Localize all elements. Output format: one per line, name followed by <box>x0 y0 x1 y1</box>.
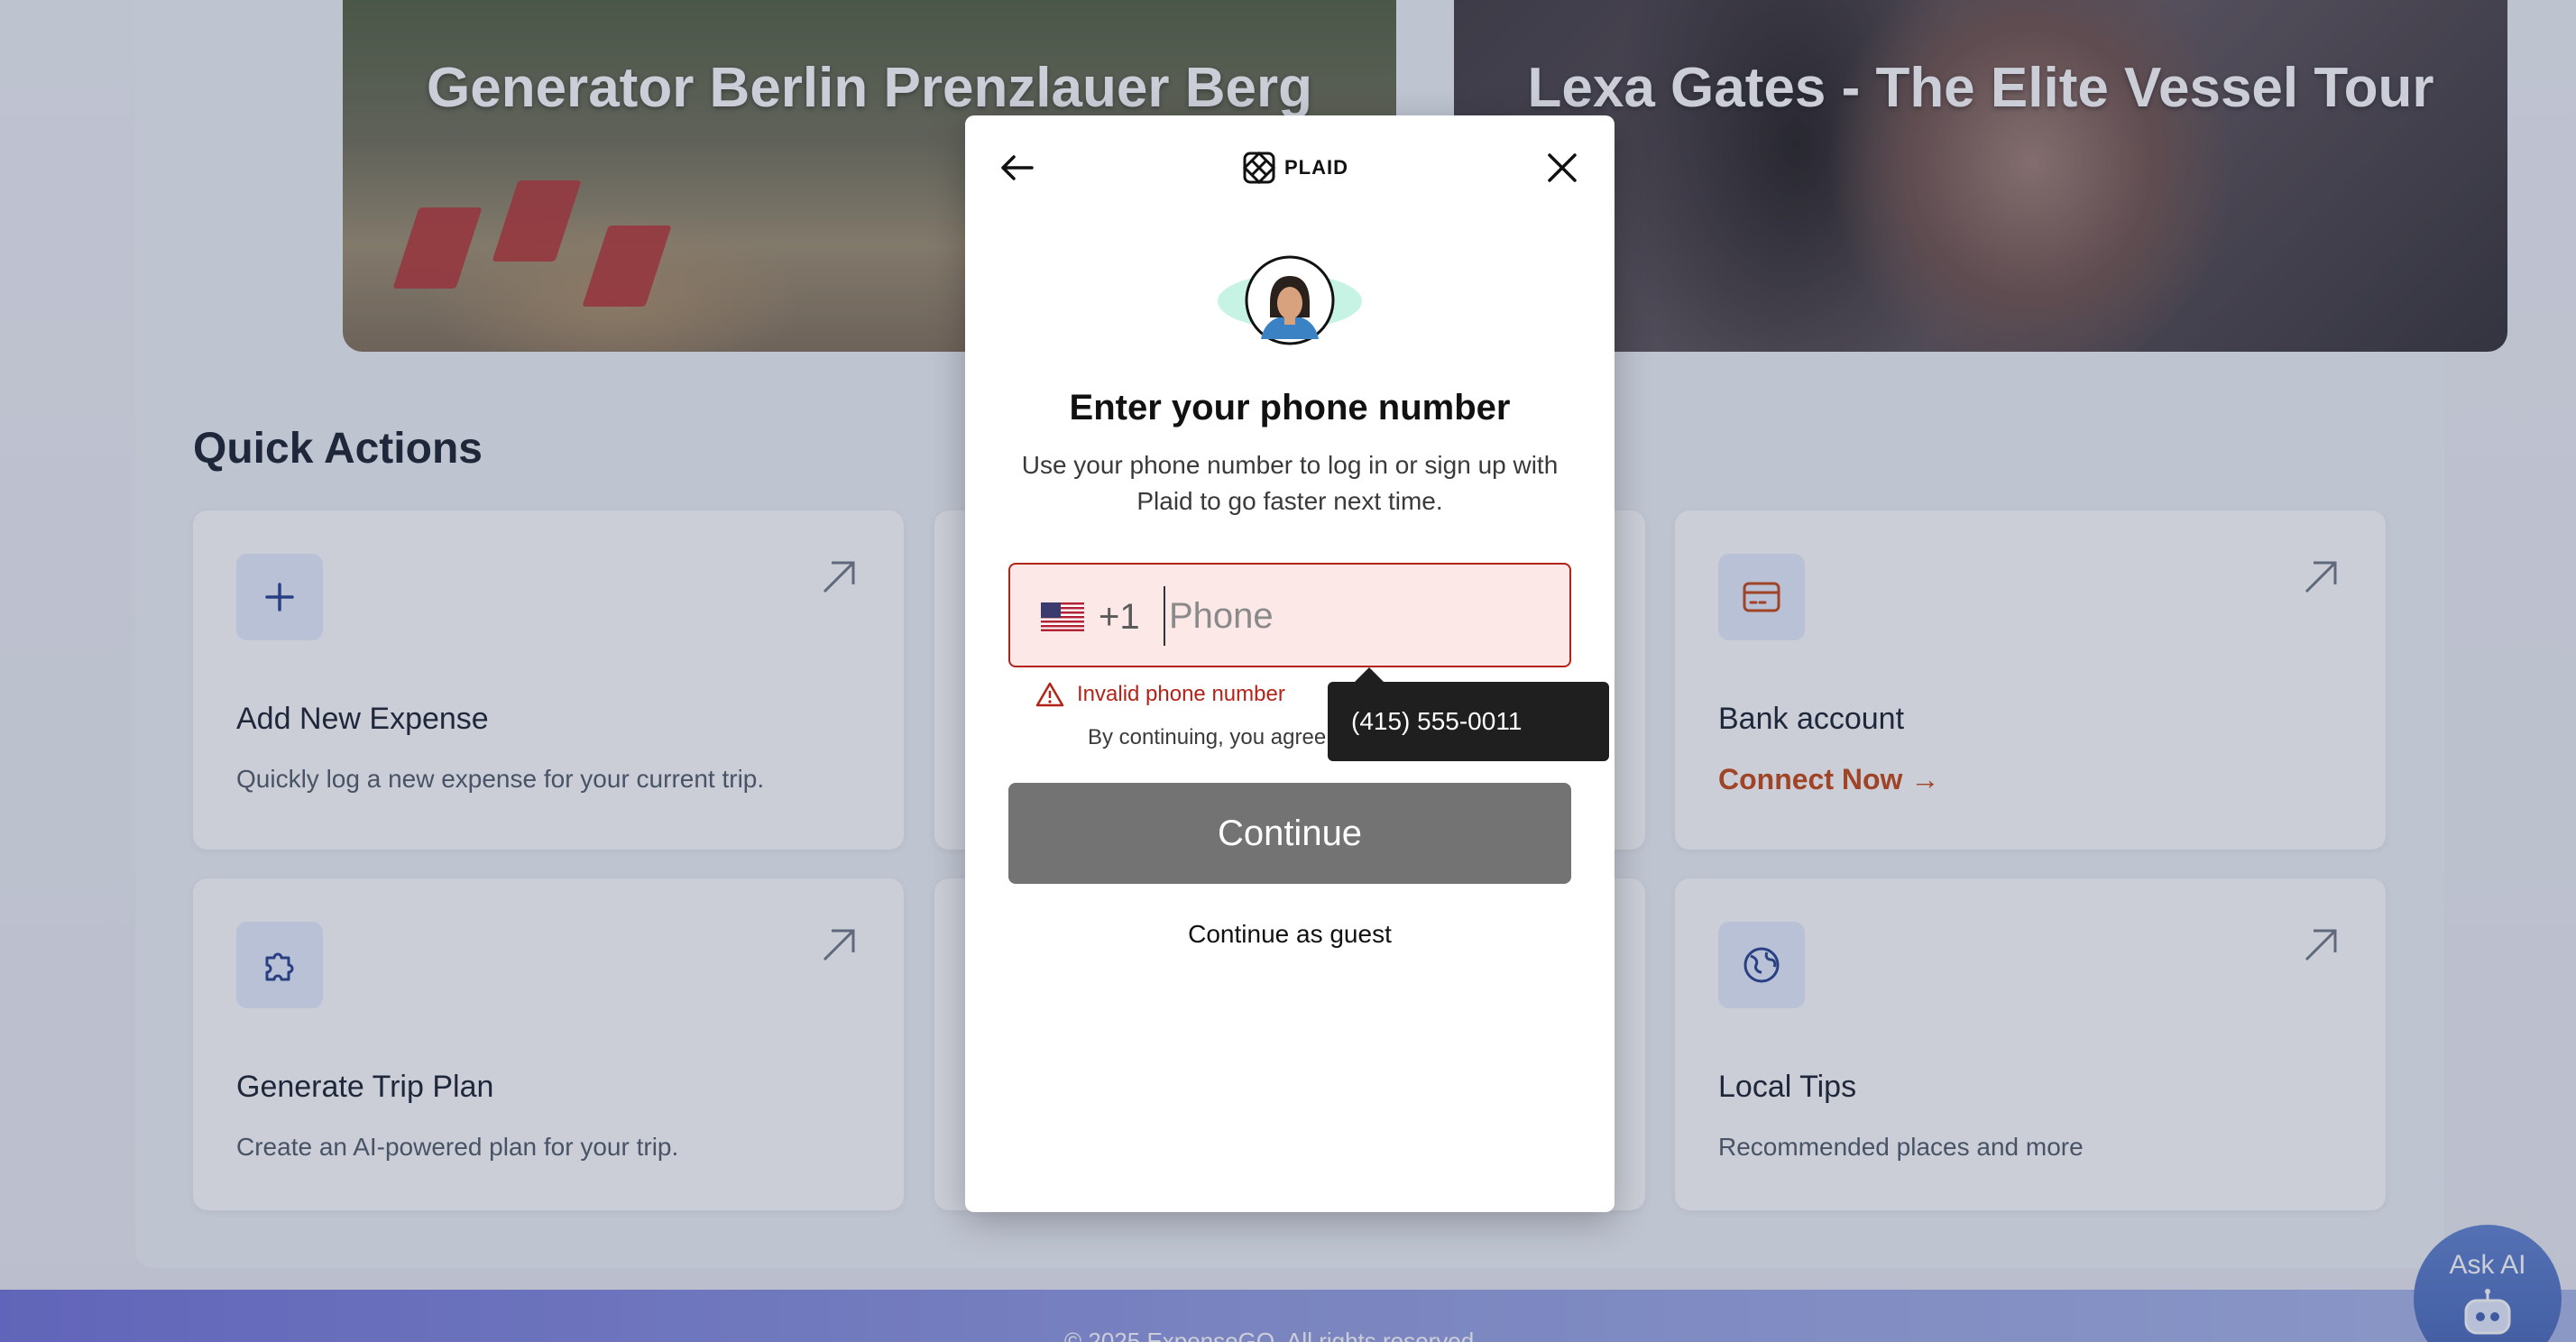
warning-icon <box>1035 682 1064 707</box>
suggested-phone-number: (415) 555-0011 <box>1351 707 1523 735</box>
phone-input[interactable] <box>1164 586 1542 646</box>
plaid-logo-icon <box>1242 151 1276 185</box>
consent-text: By continuing, you agree <box>1088 725 1327 749</box>
phone-field[interactable]: +1 <box>1008 563 1571 667</box>
plaid-logo: PLAID <box>1241 148 1348 188</box>
user-avatar-illustration <box>1218 255 1362 345</box>
continue-button[interactable]: Continue <box>1008 783 1571 884</box>
us-flag-icon[interactable] <box>1041 602 1084 631</box>
close-icon[interactable] <box>1541 146 1584 189</box>
country-code[interactable]: +1 <box>1099 597 1140 638</box>
phone-autofill-suggestion[interactable]: (415) 555-0011 <box>1328 667 1609 761</box>
error-text: Invalid phone number <box>1077 682 1285 706</box>
plaid-modal: PLAID Enter your phone number Use your p… <box>965 115 1615 1212</box>
continue-as-guest-link[interactable]: Continue as guest <box>965 920 1615 949</box>
modal-heading: Enter your phone number <box>1069 388 1511 427</box>
modal-subtitle: Use your phone number to log in or sign … <box>1021 451 1559 515</box>
plaid-wordmark: PLAID <box>1284 156 1348 179</box>
back-arrow-icon[interactable] <box>996 146 1039 189</box>
phone-error: Invalid phone number <box>1035 682 1285 707</box>
